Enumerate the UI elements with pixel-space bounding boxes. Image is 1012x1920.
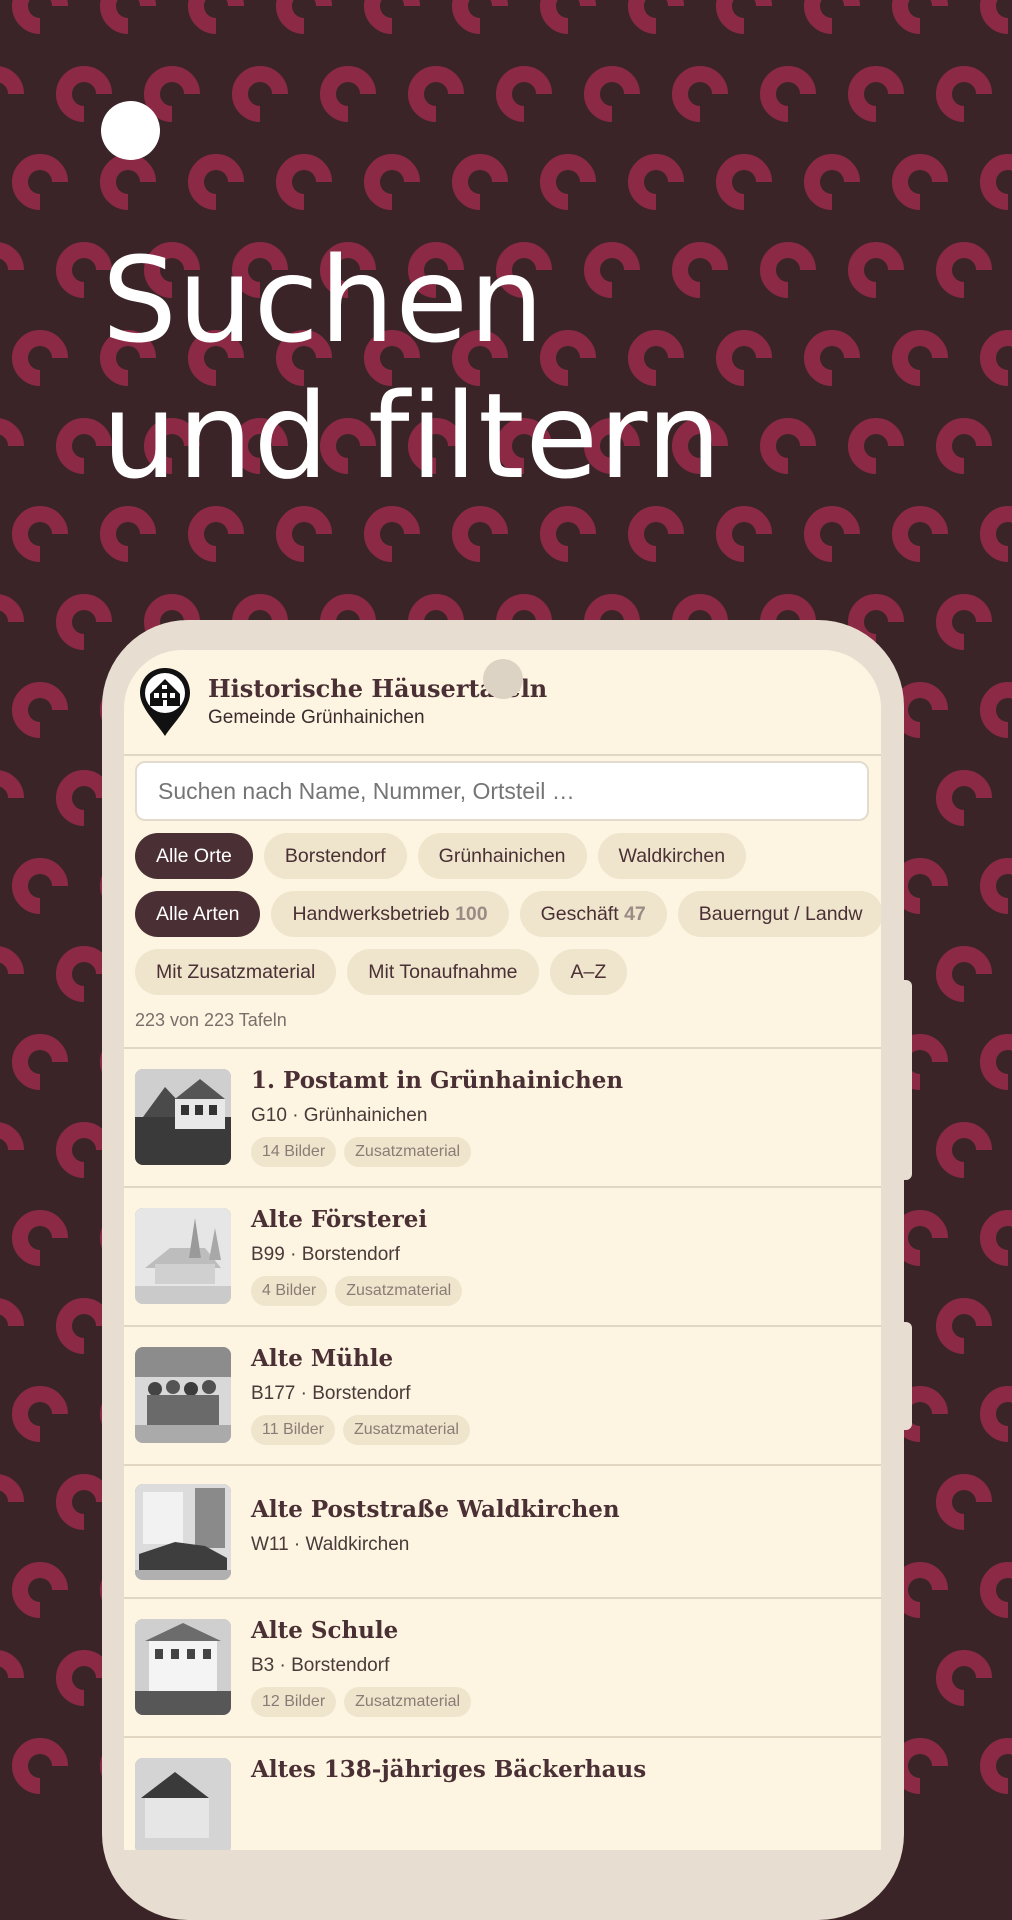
chip-type-all[interactable]: Alle Arten	[135, 891, 261, 937]
chip-label: Alle Arten	[156, 903, 240, 925]
tag-image-count: 11 Bilder	[251, 1415, 335, 1445]
search-input[interactable]	[135, 761, 869, 821]
list-item[interactable]: Alte Mühle B177 · Borstendorf 11 Bilder Z…	[124, 1325, 881, 1464]
item-tags: 4 Bilder Zusatzmaterial	[251, 1276, 470, 1306]
app-subtitle: Gemeinde Grünhainichen	[208, 707, 425, 728]
list-item[interactable]: Alte Försterei B99 · Borstendorf 4 Bilde…	[124, 1186, 881, 1325]
type-filter-row: Alle Arten Handwerksbetrieb 100 Geschäft 4…	[135, 891, 881, 937]
thumbnail-image	[135, 1619, 231, 1715]
front-camera	[483, 659, 523, 699]
chip-label: Alle Orte	[156, 845, 232, 867]
chip-count: 47	[624, 903, 646, 925]
chip-zusatzmaterial[interactable]: Mit Zusatzmaterial	[135, 949, 337, 995]
chip-sort-az[interactable]: A–Z	[549, 949, 628, 995]
item-meta: B99 · Borstendorf	[251, 1244, 400, 1265]
map-pin-house-icon	[140, 668, 190, 736]
item-title: 1. Postamt in Grünhainichen	[251, 1067, 624, 1094]
list-item[interactable]: Altes 138-jähriges Bäckerhaus	[124, 1736, 881, 1850]
chip-place-all[interactable]: Alle Orte	[135, 833, 253, 879]
hero-line-1: Suchen	[102, 231, 545, 369]
item-title: Altes 138-jähriges Bäckerhaus	[251, 1756, 647, 1783]
chip-label: A–Z	[570, 961, 607, 983]
tag-zusatzmaterial: Zusatzmaterial	[344, 1687, 472, 1717]
hero-line-2: und filtern	[102, 367, 723, 505]
list-item[interactable]: Alte Schule B3 · Borstendorf 12 Bilder Zu…	[124, 1597, 881, 1736]
tag-image-count: 12 Bilder	[251, 1687, 337, 1717]
chip-place-waldkirchen[interactable]: Waldkirchen	[597, 833, 747, 879]
chip-type-handwerksbetrieb[interactable]: Handwerksbetrieb 100	[271, 891, 509, 937]
thumbnail-image	[135, 1208, 231, 1304]
tag-image-count: 14 Bilder	[251, 1137, 337, 1167]
item-meta: B177 · Borstendorf	[251, 1383, 411, 1404]
chip-label: Mit Zusatzmaterial	[156, 961, 316, 983]
item-title: Alte Poststraße Waldkirchen	[251, 1496, 620, 1523]
phone-power-button	[902, 1322, 912, 1430]
chip-label: Grünhainichen	[438, 845, 566, 867]
item-title: Alte Schule	[251, 1617, 399, 1644]
item-title: Alte Försterei	[251, 1206, 428, 1233]
chip-place-borstendorf[interactable]: Borstendorf	[263, 833, 407, 879]
chip-label: Handwerksbetrieb	[292, 903, 450, 925]
item-tags: 12 Bilder Zusatzmaterial	[251, 1687, 479, 1717]
option-filter-row: Mit Zusatzmaterial Mit Tonaufnahme A–Z	[135, 949, 638, 995]
item-title: Alte Mühle	[251, 1345, 394, 1372]
item-meta: G10 · Grünhainichen	[251, 1105, 428, 1126]
thumbnail-image	[135, 1758, 231, 1850]
hero-heading: Suchen und filtern	[102, 232, 722, 504]
chip-label: Borstendorf	[284, 845, 386, 867]
chip-label: Waldkirchen	[618, 845, 726, 867]
thumbnail-image	[135, 1069, 231, 1165]
chip-label: Mit Tonaufnahme	[368, 961, 518, 983]
result-count: 223 von 223 Tafeln	[135, 1010, 287, 1030]
chip-tonaufnahme[interactable]: Mit Tonaufnahme	[347, 949, 539, 995]
item-meta: B3 · Borstendorf	[251, 1655, 390, 1676]
chip-place-gruenhainichen[interactable]: Grünhainichen	[417, 833, 587, 879]
tag-zusatzmaterial: Zusatzmaterial	[335, 1276, 463, 1306]
item-tags: 11 Bilder Zusatzmaterial	[251, 1415, 478, 1445]
thumbnail-image	[135, 1347, 231, 1443]
chip-type-geschaeft[interactable]: Geschäft 47	[519, 891, 667, 937]
phone-volume-button	[902, 980, 912, 1180]
chip-type-bauerngut[interactable]: Bauerngut / Landw	[677, 891, 881, 937]
item-meta: W11 · Waldkirchen	[251, 1534, 410, 1555]
place-filter-row: Alle Orte Borstendorf Grünhainichen Waldkir…	[135, 833, 757, 879]
app-screen: Historische Häusertafeln Gemeinde Grünha…	[124, 650, 881, 1850]
tag-image-count: 4 Bilder	[251, 1276, 328, 1306]
chip-label: Geschäft	[540, 903, 619, 925]
results-list: 1. Postamt in Grünhainichen G10 · Grünha…	[124, 1047, 881, 1850]
list-item[interactable]: Alte Poststraße Waldkirchen W11 · Waldki…	[124, 1464, 881, 1597]
tag-zusatzmaterial: Zusatzmaterial	[342, 1415, 470, 1445]
page-indicator-dot	[101, 101, 160, 160]
item-tags: 14 Bilder Zusatzmaterial	[251, 1137, 479, 1167]
tag-zusatzmaterial: Zusatzmaterial	[344, 1137, 472, 1167]
chip-count: 100	[455, 903, 488, 925]
list-item[interactable]: 1. Postamt in Grünhainichen G10 · Grünha…	[124, 1047, 881, 1186]
chip-label: Bauerngut / Landw	[698, 903, 863, 925]
thumbnail-image	[135, 1484, 231, 1580]
